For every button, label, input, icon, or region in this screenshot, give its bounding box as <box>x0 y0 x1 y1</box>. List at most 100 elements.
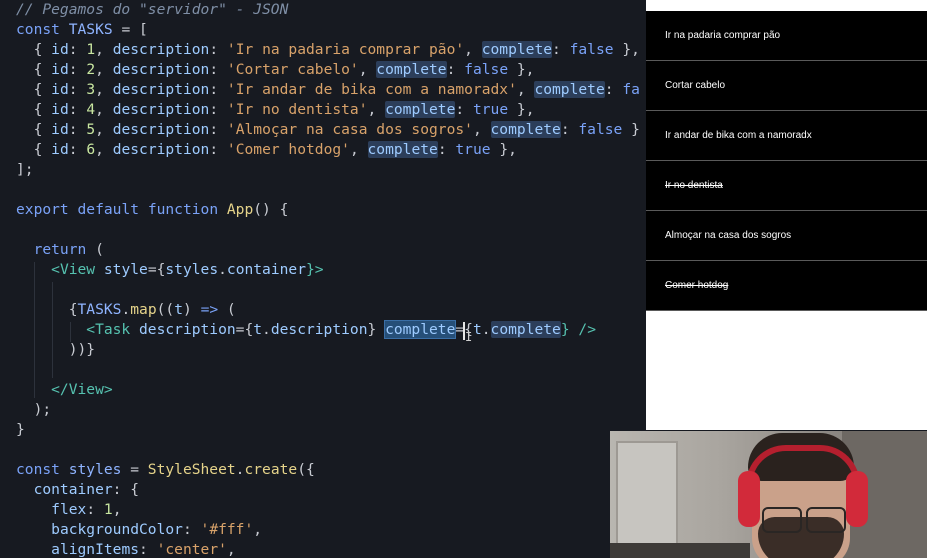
code-line[interactable]: <View style={styles.container}> <box>16 260 323 280</box>
code-token-prop: description <box>270 321 368 338</box>
code-token-punct: , <box>112 501 122 518</box>
code-token-punct: { <box>16 41 52 58</box>
code-token-keyword: function <box>147 201 227 218</box>
code-token-prop: id <box>51 61 69 78</box>
task-item[interactable]: Almoçar na casa dos sogros <box>646 211 927 261</box>
code-token-punct: : <box>552 41 570 58</box>
code-token-punct: , <box>226 541 236 558</box>
code-line[interactable]: flex: 1, <box>16 500 121 520</box>
code-token-tag: } /> <box>560 321 596 338</box>
code-token-punct: : <box>86 501 104 518</box>
code-token-prop: flex <box>51 501 87 518</box>
code-token-punct: ={ <box>235 321 254 338</box>
code-token-punct: , <box>95 101 113 118</box>
task-item[interactable]: Ir andar de bika com a namoradx <box>646 111 927 161</box>
code-token-punct: ={ <box>147 261 166 278</box>
code-token-punct: . <box>218 261 227 278</box>
code-token-keyword: return <box>33 241 87 258</box>
code-line[interactable]: { id: 6, description: 'Comer hotdog', co… <box>16 140 517 160</box>
code-token-prop: description <box>112 41 210 58</box>
code-token-punct: ); <box>16 401 52 418</box>
code-line[interactable]: ))} <box>16 340 95 360</box>
code-token-prop: style <box>95 261 148 278</box>
code-line[interactable]: container: { <box>16 480 139 500</box>
code-line[interactable]: backgroundColor: '#fff', <box>16 520 262 540</box>
code-line[interactable]: { id: 5, description: 'Almoçar na casa d… <box>16 120 640 140</box>
code-line[interactable]: ); <box>16 400 52 420</box>
code-token-prop: id <box>51 81 69 98</box>
code-token-prop: container <box>226 261 306 278</box>
code-token-punct: } <box>16 421 25 438</box>
code-line[interactable]: const TASKS = [ <box>16 20 148 40</box>
code-line[interactable]: alignItems: 'center', <box>16 540 236 558</box>
code-line[interactable]: const styles = StyleSheet.create({ <box>16 460 315 480</box>
task-item[interactable]: Cortar cabelo <box>646 61 927 111</box>
code-token-punct: { <box>16 121 52 138</box>
code-token-punct: }, <box>490 141 517 158</box>
code-token-string: '#fff' <box>200 521 254 538</box>
code-token-const: TASKS <box>77 301 122 318</box>
task-item[interactable]: Comer hotdog <box>646 261 927 311</box>
code-token-bool: false <box>578 121 623 138</box>
code-token-punct <box>16 521 51 538</box>
code-line[interactable]: { id: 3, description: 'Ir andar de bika … <box>16 80 640 100</box>
code-token-prop: alignItems <box>51 541 140 558</box>
code-token-prop: backgroundColor <box>51 521 183 538</box>
code-token-keyword: export <box>16 201 78 218</box>
code-token-tag: View <box>68 381 104 398</box>
code-token-prop: id <box>51 121 69 138</box>
code-line[interactable]: return ( <box>16 240 104 260</box>
code-token-punct: , <box>95 81 113 98</box>
code-token-punct: , <box>464 41 482 58</box>
code-token-keyword: const <box>16 461 69 478</box>
code-token-punct: : <box>604 81 623 98</box>
code-token-punct: . <box>481 321 491 338</box>
code-token-prop: id <box>51 101 69 118</box>
code-token-punct: ( <box>218 301 236 318</box>
code-token-hl: complete <box>367 141 438 158</box>
code-token-tag: < <box>16 261 60 278</box>
code-token-punct: ))} <box>16 341 96 358</box>
code-token-prop: container <box>33 481 113 498</box>
code-token-punct <box>16 241 34 258</box>
code-token-bool: false <box>464 61 509 78</box>
code-editor[interactable]: // Pegamos do "servidor" - JSON const TAS… <box>0 0 648 558</box>
task-list: Ir na padaria comprar pão Cortar cabelo Ir… <box>646 11 927 311</box>
code-token-prop: description <box>112 61 210 78</box>
code-token-punct: { <box>16 301 78 318</box>
code-line[interactable]: { id: 2, description: 'Cortar cabelo', c… <box>16 60 534 80</box>
code-token-punct: { <box>16 61 52 78</box>
code-line[interactable]: <Task description={t.description} comple… <box>16 320 596 340</box>
code-token-prop: t <box>174 301 183 318</box>
code-token-punct: , <box>358 61 377 78</box>
code-token-bool: false <box>569 41 614 58</box>
glasses-right <box>806 507 846 533</box>
task-item[interactable]: Ir na padaria comprar pão <box>646 11 927 61</box>
code-token-punct: }, <box>508 61 535 78</box>
code-token-punct: ({ <box>297 461 315 478</box>
code-token-punct: (( <box>156 301 175 318</box>
code-line[interactable]: ]; <box>16 160 34 180</box>
code-line[interactable]: export default function App() { <box>16 200 288 220</box>
task-label: Ir no dentista <box>665 180 723 191</box>
code-token-keyword: => <box>200 301 219 318</box>
code-token-punct: : <box>455 101 473 118</box>
code-line[interactable]: { id: 1, description: 'Ir na padaria com… <box>16 40 640 60</box>
code-line[interactable]: // Pegamos do "servidor" - JSON <box>16 0 288 20</box>
code-token-punct <box>16 541 51 558</box>
code-token-punct <box>16 481 34 498</box>
code-line[interactable]: {TASKS.map((t) => ( <box>16 300 236 320</box>
code-line[interactable]: { id: 4, description: 'Ir no dentista', … <box>16 100 534 120</box>
code-token-punct: , <box>95 121 113 138</box>
code-token-prop: t <box>253 321 263 338</box>
code-line[interactable]: </View> <box>16 380 113 400</box>
code-line[interactable]: } <box>16 420 25 440</box>
code-token-punct: : <box>209 61 227 78</box>
task-item[interactable]: Ir no dentista <box>646 161 927 211</box>
code-token-func: App <box>226 201 254 218</box>
code-token-punct: : <box>68 121 87 138</box>
code-token-punct: , <box>253 521 263 538</box>
code-token-num: 5 <box>86 121 96 138</box>
headphone-left <box>738 471 760 527</box>
task-label: Ir na padaria comprar pão <box>665 30 781 41</box>
